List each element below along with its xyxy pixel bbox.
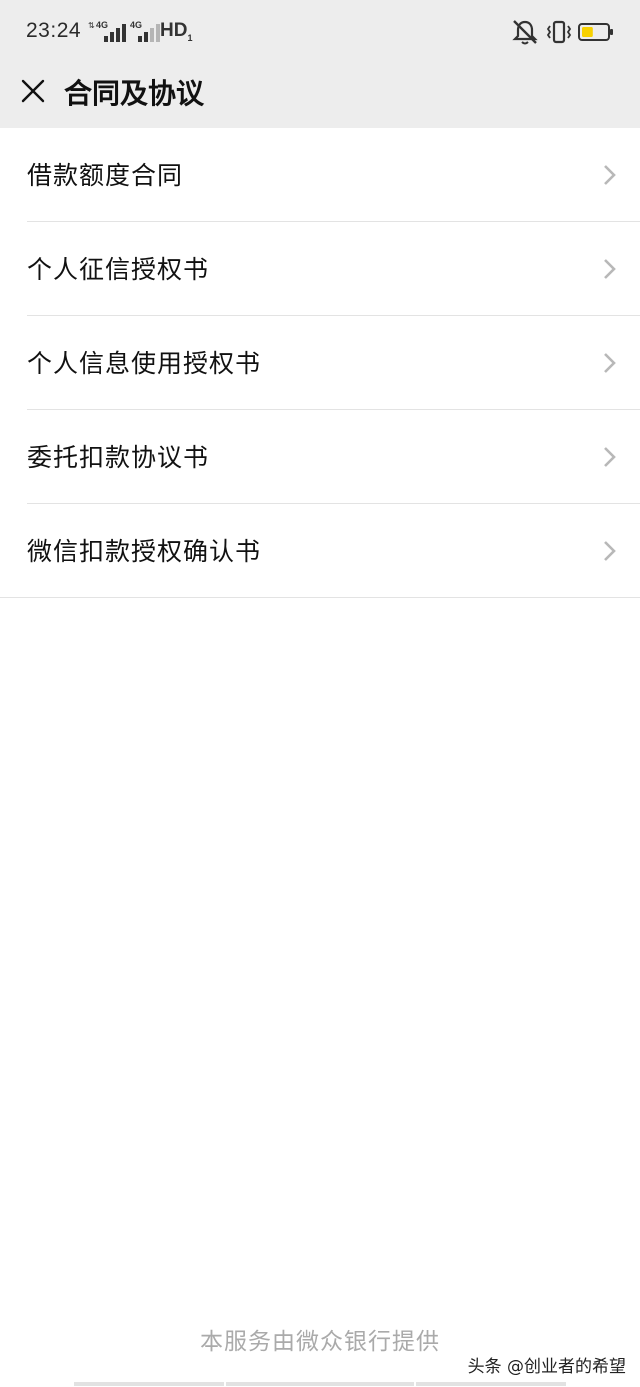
list-item-personal-info-authorization[interactable]: 个人信息使用授权书	[0, 316, 640, 410]
chevron-right-icon	[604, 447, 616, 467]
list-item-label: 个人信息使用授权书	[27, 349, 262, 378]
list-item-label: 个人征信授权书	[27, 255, 210, 284]
header: 23:24 ⇅ 4G 4G HD1 合同及协议	[0, 0, 640, 128]
nav-bar: 合同及协议	[0, 64, 640, 128]
list-item-label: 委托扣款协议书	[27, 443, 210, 472]
list-item-loan-contract[interactable]: 借款额度合同	[0, 128, 640, 222]
list-item-label: 微信扣款授权确认书	[27, 537, 262, 566]
chevron-right-icon	[604, 353, 616, 373]
list-item-wechat-debit-confirmation[interactable]: 微信扣款授权确认书	[0, 504, 640, 598]
status-bar: 23:24 ⇅ 4G 4G HD1	[0, 0, 640, 64]
vibrate-icon	[546, 20, 572, 44]
chevron-right-icon	[604, 259, 616, 279]
signal-1-icon: ⇅ 4G	[88, 20, 126, 42]
battery-icon	[578, 23, 613, 41]
chevron-right-icon	[604, 541, 616, 561]
signal-2-icon: 4G	[130, 20, 160, 42]
chevron-right-icon	[604, 165, 616, 185]
mute-icon	[512, 20, 538, 45]
agreement-list: 借款额度合同 个人征信授权书 个人信息使用授权书 委托扣款协议书 微信扣款授权确…	[0, 128, 640, 598]
list-item-label: 借款额度合同	[27, 161, 184, 190]
close-icon[interactable]	[18, 76, 48, 106]
divider	[0, 597, 640, 598]
bottom-bar	[0, 1381, 640, 1387]
list-item-debit-agreement[interactable]: 委托扣款协议书	[0, 410, 640, 504]
watermark-text: 头条 @创业者的希望	[467, 1357, 626, 1377]
hd-indicator: HD1	[160, 20, 193, 43]
page-title: 合同及协议	[64, 77, 205, 110]
service-provider-text: 本服务由微众银行提供	[200, 1329, 440, 1355]
list-item-credit-authorization[interactable]: 个人征信授权书	[0, 222, 640, 316]
status-time: 23:24	[26, 19, 82, 42]
page: 23:24 ⇅ 4G 4G HD1 合同及协议 借款额度合同 个人征信授权书 个…	[0, 0, 640, 1387]
